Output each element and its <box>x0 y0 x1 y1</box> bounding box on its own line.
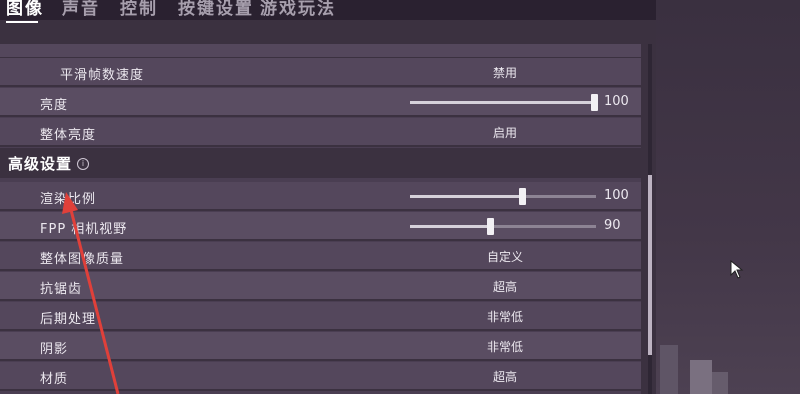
setting-label: 整体亮度 <box>40 128 97 143</box>
setting-row-shadows[interactable]: 阴影 非常低 <box>0 332 641 361</box>
info-icon[interactable]: i <box>77 158 89 170</box>
brightness-slider[interactable] <box>410 94 598 111</box>
setting-label: 亮度 <box>40 98 69 113</box>
setting-label: 抗锯齿 <box>40 282 83 297</box>
mouse-cursor-icon <box>730 260 744 279</box>
setting-label: 材质 <box>40 372 69 387</box>
setting-row-fpp-fov[interactable]: FPP 相机视野 90 <box>0 212 641 241</box>
slider-thumb[interactable] <box>591 94 598 111</box>
setting-label: 平滑帧数速度 <box>60 68 145 83</box>
advanced-settings-header: 高级设置 i <box>0 148 641 178</box>
setting-value[interactable]: 非常低 <box>420 308 590 325</box>
slider-value: 100 <box>604 188 629 203</box>
setting-value[interactable]: 启用 <box>420 124 590 141</box>
slider-fill <box>410 225 490 228</box>
setting-value[interactable]: 超高 <box>420 278 590 295</box>
slider-thumb[interactable] <box>519 188 526 205</box>
setting-label: 阴影 <box>40 342 69 357</box>
setting-row-textures[interactable]: 材质 超高 <box>0 362 641 391</box>
setting-value[interactable]: 超高 <box>420 368 590 385</box>
pixelated-region <box>712 372 728 394</box>
setting-row-overall-brightness[interactable]: 整体亮度 启用 <box>0 118 641 147</box>
setting-label: 后期处理 <box>40 312 97 327</box>
background-area <box>656 0 800 394</box>
slider-value: 100 <box>604 94 629 109</box>
partial-row <box>0 44 641 59</box>
section-title: 高级设置 <box>8 155 73 173</box>
tab-sound[interactable]: 声音 <box>62 0 100 19</box>
setting-row-overall-quality[interactable]: 整体图像质量 自定义 <box>0 242 641 271</box>
setting-row-post-processing[interactable]: 后期处理 非常低 <box>0 302 641 331</box>
slider-thumb[interactable] <box>487 218 494 235</box>
fov-slider[interactable] <box>410 218 596 235</box>
slider-fill <box>410 101 596 104</box>
setting-row-render-scale[interactable]: 渲染比例 100 <box>0 182 641 211</box>
setting-row-brightness[interactable]: 亮度 100 <box>0 88 641 117</box>
setting-value[interactable]: 自定义 <box>420 248 590 265</box>
active-tab-indicator <box>6 21 38 23</box>
setting-label: 渲染比例 <box>40 192 97 207</box>
settings-panel: 平滑帧数速度 禁用 亮度 100 整体亮度 启用 高级设置 i 渲染比例 100… <box>0 44 641 394</box>
setting-value[interactable]: 禁用 <box>420 64 590 81</box>
tab-graphics[interactable]: 图像 <box>6 0 44 19</box>
slider-value: 90 <box>604 218 621 233</box>
setting-row-antialiasing[interactable]: 抗锯齿 超高 <box>0 272 641 301</box>
setting-label: FPP 相机视野 <box>40 222 128 237</box>
tab-gameplay[interactable]: 游戏玩法 <box>260 0 336 19</box>
scrollbar-thumb[interactable] <box>648 175 652 355</box>
tab-controls[interactable]: 控制 <box>120 0 158 19</box>
setting-value[interactable]: 非常低 <box>420 338 590 355</box>
setting-row-smooth-framerate[interactable]: 平滑帧数速度 禁用 <box>0 58 641 87</box>
render-scale-slider[interactable] <box>410 188 596 205</box>
slider-fill <box>410 195 522 198</box>
tab-keybindings[interactable]: 按键设置 <box>178 0 254 19</box>
pixelated-region <box>660 345 678 394</box>
pixelated-region <box>690 360 712 394</box>
setting-label: 整体图像质量 <box>40 252 125 267</box>
